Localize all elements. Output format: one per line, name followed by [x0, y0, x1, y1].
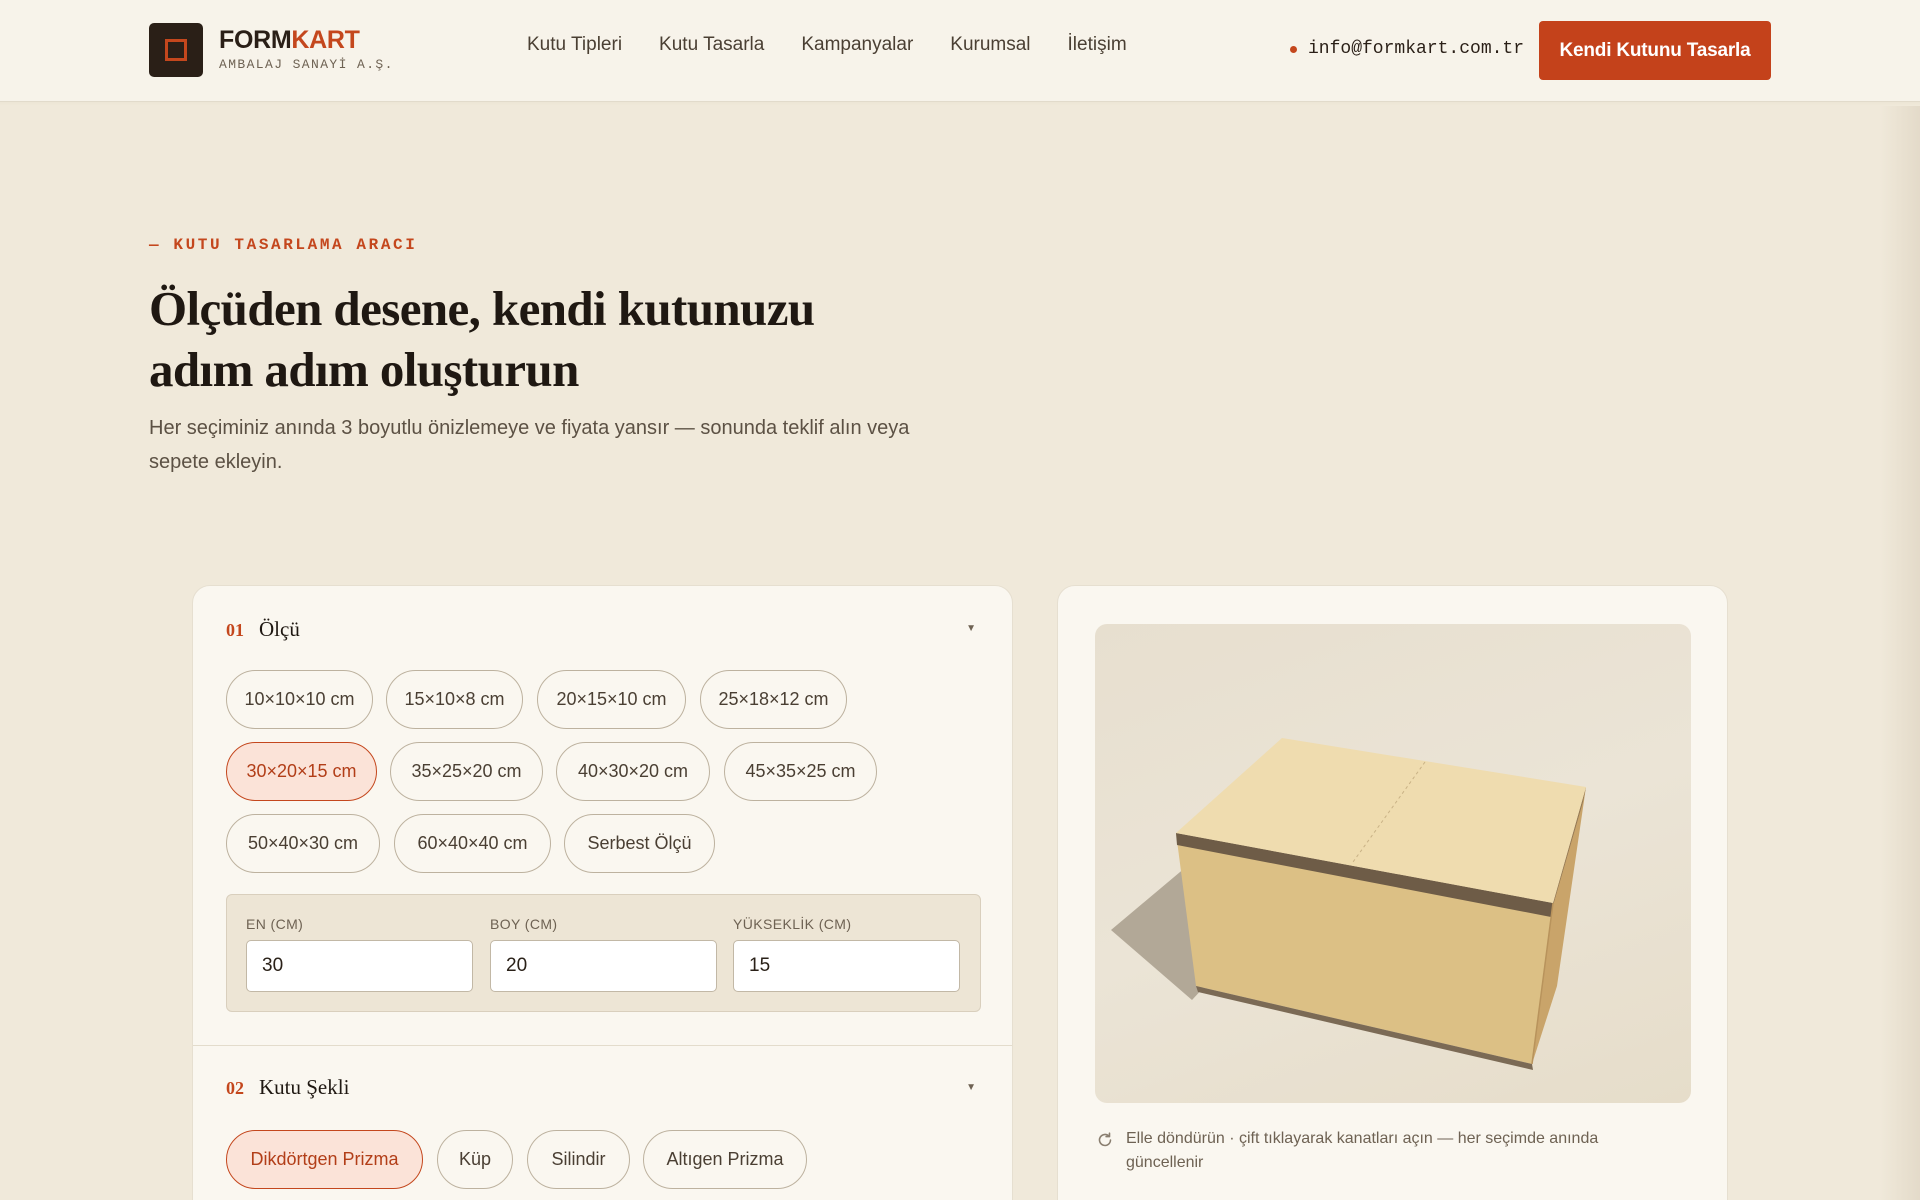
size-option-40x30x20[interactable]: 40×30×20 cm: [556, 742, 710, 801]
size-option-custom[interactable]: Serbest Ölçü: [564, 814, 715, 873]
size-option-30x20x15[interactable]: 30×20×15 cm: [226, 742, 377, 801]
preview-hint-text: Elle döndürün · çift tıklayarak kanatlar…: [1126, 1130, 1599, 1171]
hero-eyebrow: — KUTU TASARLAMA ARACI: [149, 236, 418, 254]
section-header-shape[interactable]: 02 Kutu Şekli: [226, 1075, 349, 1100]
height-input[interactable]: [733, 940, 960, 992]
section-number: 01: [226, 620, 244, 640]
brand-subtitle: AMBALAJ SANAYİ A.Ş.: [219, 57, 394, 72]
size-option-15x10x8[interactable]: 15×10×8 cm: [386, 670, 523, 729]
box-3d-preview[interactable]: [1095, 624, 1691, 1103]
site-header: FORMKART AMBALAJ SANAYİ A.Ş. Kutu Tipler…: [0, 0, 1920, 106]
nav-item-kurumsal[interactable]: Kurumsal: [950, 34, 1030, 56]
configurator-panel: 01 Ölçü ▼ 10×10×10 cm 15×10×8 cm 20×15×1…: [192, 585, 1013, 1200]
width-input[interactable]: [246, 940, 473, 992]
section-title: Kutu Şekli: [259, 1075, 350, 1099]
size-option-20x15x10[interactable]: 20×15×10 cm: [537, 670, 686, 729]
chevron-down-icon[interactable]: ▼: [966, 623, 976, 634]
brand-name[interactable]: FORMKART: [219, 26, 360, 55]
nav-item-iletisim[interactable]: İletişim: [1068, 34, 1127, 56]
section-title: Ölçü: [259, 617, 300, 641]
shape-option-rectangular-prism[interactable]: Dikdörtgen Prizma: [226, 1130, 423, 1189]
size-option-25x18x12[interactable]: 25×18×12 cm: [700, 670, 847, 729]
nav-item-kampanyalar[interactable]: Kampanyalar: [801, 34, 913, 56]
height-label: YÜKSEKLİK (CM): [733, 916, 852, 932]
section-header-size[interactable]: 01 Ölçü: [226, 617, 300, 642]
chevron-down-icon[interactable]: ▼: [966, 1082, 976, 1093]
rotate-icon: [1098, 1132, 1112, 1147]
status-dot-icon: [1290, 45, 1297, 53]
hero-subtitle: Her seçiminiz anında 3 boyutlu önizlemey…: [149, 417, 910, 473]
length-input[interactable]: [490, 940, 717, 992]
preview-hint: Elle döndürün · çift tıklayarak kanatlar…: [1095, 1127, 1655, 1175]
size-option-50x40x30[interactable]: 50×40×30 cm: [226, 814, 380, 873]
size-option-35x25x20[interactable]: 35×25×20 cm: [390, 742, 543, 801]
nav-item-kutu-tasarla[interactable]: Kutu Tasarla: [659, 34, 764, 56]
preview-panel: Elle döndürün · çift tıklayarak kanatlar…: [1057, 585, 1728, 1200]
page-edge-shade: [1880, 106, 1920, 1200]
size-option-10x10x10[interactable]: 10×10×10 cm: [226, 670, 373, 729]
size-option-45x35x25[interactable]: 45×35×25 cm: [724, 742, 877, 801]
shape-option-cube[interactable]: Küp: [437, 1130, 513, 1189]
shape-option-hexagonal-prism[interactable]: Altıgen Prizma: [643, 1130, 807, 1189]
hero-title: Ölçüden desene, kendi kutunuzu adım adım…: [149, 281, 815, 397]
section-divider: [193, 1045, 1012, 1046]
length-label: BOY (CM): [490, 916, 558, 932]
custom-dimensions-box: EN (CM) BOY (CM) YÜKSEKLİK (CM): [226, 894, 981, 1012]
shape-option-cylinder[interactable]: Silindir: [527, 1130, 630, 1189]
logo-icon[interactable]: [149, 23, 203, 77]
width-label: EN (CM): [246, 916, 304, 932]
nav-item-kutu-tipleri[interactable]: Kutu Tipleri: [527, 34, 622, 56]
size-option-60x40x40[interactable]: 60×40×40 cm: [394, 814, 551, 873]
design-box-cta-button[interactable]: Kendi Kutunu Tasarla: [1539, 21, 1771, 80]
box-illustration: [1111, 738, 1586, 1070]
section-number: 02: [226, 1078, 244, 1098]
main-nav: Kutu Tipleri Kutu Tasarla Kampanyalar Ku…: [527, 34, 1164, 56]
contact-email[interactable]: info@formkart.com.tr: [1290, 39, 1524, 59]
